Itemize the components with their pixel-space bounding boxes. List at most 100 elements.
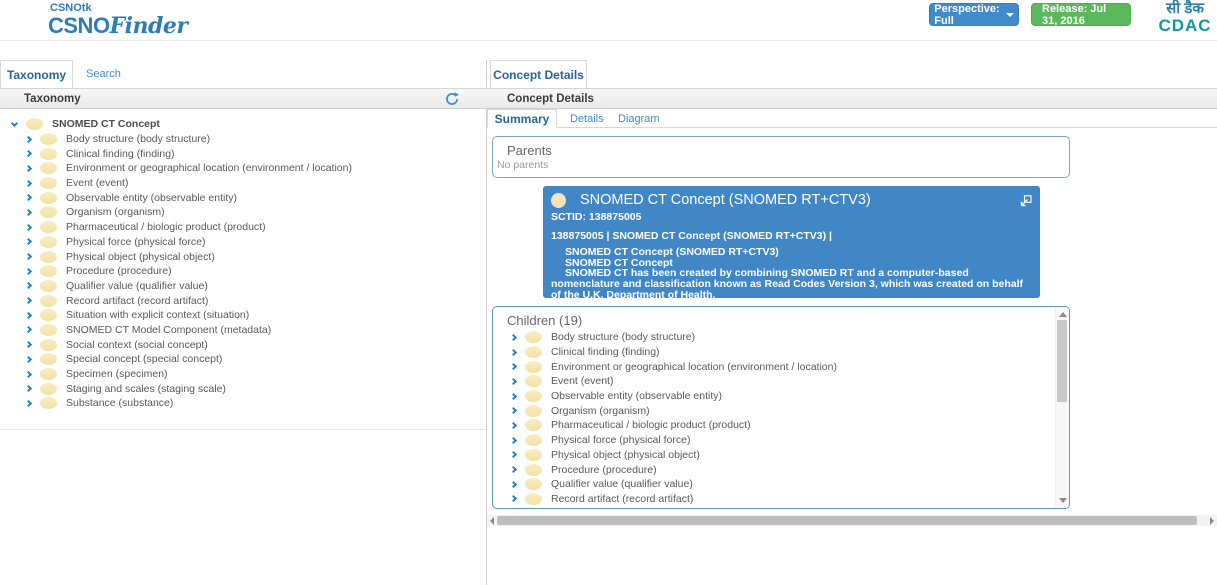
chevron-right-icon[interactable]	[510, 451, 517, 458]
chevron-right-icon[interactable]	[510, 495, 517, 502]
tree-node[interactable]: Body structure (body structure)	[0, 132, 486, 147]
child-node-label: Qualifier value (qualifier value)	[551, 478, 693, 490]
chevron-right-icon[interactable]	[25, 341, 32, 348]
tree-node[interactable]: Specimen (specimen)	[0, 367, 486, 382]
child-node-label: Body structure (body structure)	[551, 331, 695, 343]
chevron-right-icon[interactable]	[510, 378, 517, 385]
tree-node[interactable]: Social context (social concept)	[0, 337, 486, 352]
chevron-right-icon[interactable]	[25, 238, 32, 245]
subtab-summary[interactable]: Summary	[487, 109, 557, 128]
parents-box: Parents No parents	[492, 136, 1070, 178]
chevron-right-icon[interactable]	[25, 268, 32, 275]
tree-node[interactable]: Physical object (physical object)	[0, 249, 486, 264]
child-node[interactable]: Environment or geographical location (en…	[493, 359, 1069, 374]
concept-icon	[40, 280, 57, 292]
chevron-right-icon[interactable]	[510, 481, 517, 488]
child-node[interactable]: Physical force (physical force)	[493, 433, 1069, 448]
cdac-latin-text: CDAC	[1155, 17, 1215, 34]
release-button[interactable]: Release: Jul 31, 2016	[1031, 3, 1131, 26]
scroll-left-icon[interactable]	[490, 517, 494, 525]
chevron-right-icon[interactable]	[25, 385, 32, 392]
concept-icon	[525, 478, 542, 490]
chevron-right-icon[interactable]	[25, 326, 32, 333]
tree-node[interactable]: Special concept (special concept)	[0, 352, 486, 367]
child-node[interactable]: Procedure (procedure)	[493, 462, 1069, 477]
horizontal-scrollbar[interactable]	[487, 515, 1217, 526]
child-node-label: Observable entity (observable entity)	[551, 390, 722, 402]
concept-details-panel: Summary Details Diagram Parents No paren…	[487, 60, 1217, 585]
concept-icon	[40, 265, 57, 277]
concept-card-title: SNOMED CT Concept (SNOMED RT+CTV3)	[580, 192, 871, 208]
chevron-right-icon[interactable]	[25, 135, 32, 142]
child-node[interactable]: Pharmaceutical / biologic product (produ…	[493, 418, 1069, 433]
tree-node[interactable]: Record artifact (record artifact)	[0, 293, 486, 308]
child-node[interactable]: Record artifact (record artifact)	[493, 492, 1069, 507]
tree-node[interactable]: Observable entity (observable entity)	[0, 190, 486, 205]
tab-search[interactable]: Search	[82, 60, 125, 88]
child-node[interactable]: Organism (organism)	[493, 403, 1069, 418]
tree-bottom-divider	[0, 429, 486, 430]
chevron-right-icon[interactable]	[25, 356, 32, 363]
chevron-right-icon[interactable]	[510, 348, 517, 355]
scroll-up-icon[interactable]	[1059, 312, 1067, 317]
tree-node[interactable]: Procedure (procedure)	[0, 264, 486, 279]
tree-node-label: Physical force (physical force)	[66, 236, 205, 248]
concept-icon	[40, 177, 57, 189]
chevron-right-icon[interactable]	[510, 422, 517, 429]
chevron-right-icon[interactable]	[25, 400, 32, 407]
scroll-down-icon[interactable]	[1059, 498, 1067, 503]
tree-node[interactable]: Event (event)	[0, 176, 486, 191]
subtab-diagram[interactable]: Diagram	[618, 109, 660, 128]
chevron-right-icon[interactable]	[25, 253, 32, 260]
chevron-right-icon[interactable]	[25, 165, 32, 172]
tree-node[interactable]: Clinical finding (finding)	[0, 146, 486, 161]
chevron-right-icon[interactable]	[510, 393, 517, 400]
children-scrollbar[interactable]	[1055, 308, 1068, 507]
concept-descriptions: SNOMED CT Concept (SNOMED RT+CTV3) SNOME…	[551, 247, 1032, 298]
chevron-right-icon[interactable]	[510, 363, 517, 370]
tree-node[interactable]: Organism (organism)	[0, 205, 486, 220]
tree-node[interactable]: Physical force (physical force)	[0, 235, 486, 250]
tab-taxonomy[interactable]: Taxonomy	[0, 60, 73, 88]
tree-node[interactable]: Situation with explicit context (situati…	[0, 308, 486, 323]
child-node[interactable]: Clinical finding (finding)	[493, 345, 1069, 360]
scroll-right-icon[interactable]	[1210, 517, 1214, 525]
chevron-right-icon[interactable]	[25, 297, 32, 304]
tree-node[interactable]: SNOMED CT Model Component (metadata)	[0, 323, 486, 338]
child-node[interactable]: Qualifier value (qualifier value)	[493, 477, 1069, 492]
refresh-icon[interactable]	[445, 92, 459, 106]
child-node[interactable]: Event (event)	[493, 374, 1069, 389]
tree-node[interactable]: Staging and scales (staging scale)	[0, 381, 486, 396]
chevron-right-icon[interactable]	[25, 209, 32, 216]
chevron-right-icon[interactable]	[25, 180, 32, 187]
tree-node[interactable]: Environment or geographical location (en…	[0, 161, 486, 176]
cdac-hindi-text: सी डैक	[1155, 1, 1215, 16]
concept-icon	[525, 434, 542, 446]
tree-node[interactable]: Qualifier value (qualifier value)	[0, 279, 486, 294]
tree-node[interactable]: Substance (substance)	[0, 396, 486, 411]
perspective-button[interactable]: Perspective: Full	[929, 3, 1019, 26]
export-icon[interactable]	[1020, 194, 1032, 206]
subtab-details[interactable]: Details	[570, 109, 604, 128]
child-node[interactable]: Physical object (physical object)	[493, 448, 1069, 463]
horizontal-scrollbar-thumb[interactable]	[497, 516, 1197, 525]
chevron-right-icon[interactable]	[510, 407, 517, 414]
chevron-right-icon[interactable]	[510, 334, 517, 341]
app-logo[interactable]: CSNOtk CSNOFinder	[48, 3, 188, 38]
tree-node-root[interactable]: SNOMED CT Concept	[0, 117, 486, 132]
children-scrollbar-thumb[interactable]	[1057, 320, 1067, 402]
child-node[interactable]: Body structure (body structure)	[493, 330, 1069, 345]
chevron-right-icon[interactable]	[25, 150, 32, 157]
chevron-down-icon[interactable]	[11, 120, 18, 127]
chevron-right-icon[interactable]	[25, 370, 32, 377]
chevron-right-icon[interactable]	[510, 437, 517, 444]
child-node[interactable]: Observable entity (observable entity)	[493, 389, 1069, 404]
chevron-right-icon[interactable]	[510, 466, 517, 473]
caret-down-icon	[1006, 13, 1014, 17]
tree-node[interactable]: Pharmaceutical / biologic product (produ…	[0, 220, 486, 235]
chevron-right-icon[interactable]	[25, 194, 32, 201]
chevron-right-icon[interactable]	[25, 312, 32, 319]
chevron-right-icon[interactable]	[25, 282, 32, 289]
chevron-right-icon[interactable]	[25, 224, 32, 231]
child-node-label: Physical force (physical force)	[551, 434, 690, 446]
